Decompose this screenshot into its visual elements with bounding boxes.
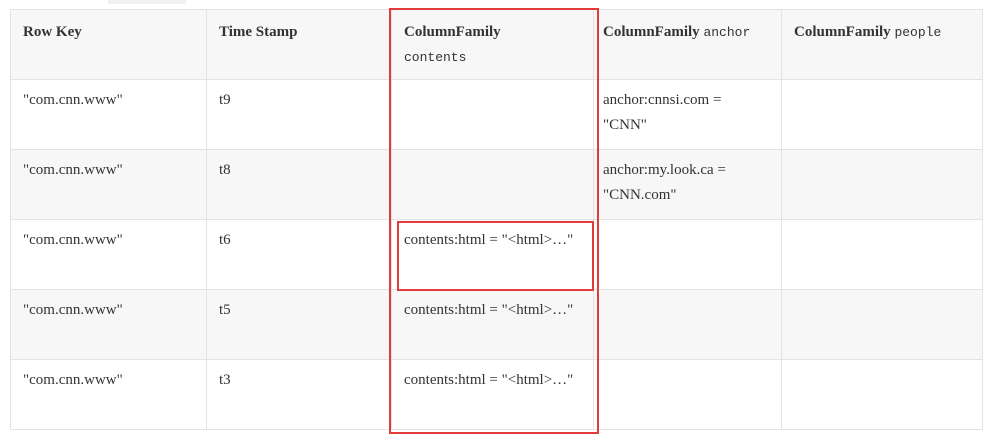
cell-row-key: "com.cnn.www" xyxy=(10,149,207,220)
cell-time-stamp: t3 xyxy=(206,359,392,430)
cell-anchor: anchor:cnnsi.com = "CNN" xyxy=(593,79,782,150)
header-cf-people-label: ColumnFamily xyxy=(794,24,891,40)
header-cf-anchor-name: anchor xyxy=(703,25,751,40)
header-cf-contents-name: contents xyxy=(404,50,467,65)
cell-contents: contents:html = "<html>…" xyxy=(391,219,594,290)
header-row-key: Row Key xyxy=(10,9,207,80)
cell-anchor xyxy=(593,289,782,360)
cell-time-stamp: t6 xyxy=(206,219,392,290)
cell-time-stamp: t8 xyxy=(206,149,392,220)
cell-people xyxy=(781,79,983,150)
header-cf-anchor-label: ColumnFamily xyxy=(603,24,700,40)
table-row: "com.cnn.www" t6 contents:html = "<html>… xyxy=(10,219,983,290)
cell-row-key: "com.cnn.www" xyxy=(10,289,207,360)
cell-people xyxy=(781,359,983,430)
cell-people xyxy=(781,289,983,360)
cell-anchor: anchor:my.look.ca = "CNN.com" xyxy=(593,149,782,220)
cell-anchor xyxy=(593,219,782,290)
table-row: "com.cnn.www" t8 anchor:my.look.ca = "CN… xyxy=(10,149,983,220)
header-cf-contents-label: ColumnFamily xyxy=(404,24,501,40)
cell-contents xyxy=(391,79,594,150)
cell-contents xyxy=(391,149,594,220)
cell-people xyxy=(781,219,983,290)
cell-time-stamp: t5 xyxy=(206,289,392,360)
tab-stub xyxy=(108,0,186,4)
cell-contents: contents:html = "<html>…" xyxy=(391,359,594,430)
cell-anchor xyxy=(593,359,782,430)
cell-row-key: "com.cnn.www" xyxy=(10,219,207,290)
header-cf-people: ColumnFamily people xyxy=(781,9,983,80)
table-row: "com.cnn.www" t9 anchor:cnnsi.com = "CNN… xyxy=(10,79,983,150)
header-row: Row Key Time Stamp ColumnFamily contents… xyxy=(10,9,983,80)
cell-people xyxy=(781,149,983,220)
hbase-table: Row Key Time Stamp ColumnFamily contents… xyxy=(10,9,983,430)
cell-row-key: "com.cnn.www" xyxy=(10,79,207,150)
header-cf-people-name: people xyxy=(894,25,942,40)
table-row: "com.cnn.www" t3 contents:html = "<html>… xyxy=(10,359,983,430)
header-time-stamp: Time Stamp xyxy=(206,9,392,80)
cell-time-stamp: t9 xyxy=(206,79,392,150)
cell-row-key: "com.cnn.www" xyxy=(10,359,207,430)
header-cf-contents: ColumnFamily contents xyxy=(391,9,594,80)
table-row: "com.cnn.www" t5 contents:html = "<html>… xyxy=(10,289,983,360)
cell-contents: contents:html = "<html>…" xyxy=(391,289,594,360)
header-cf-anchor: ColumnFamily anchor xyxy=(593,9,782,80)
